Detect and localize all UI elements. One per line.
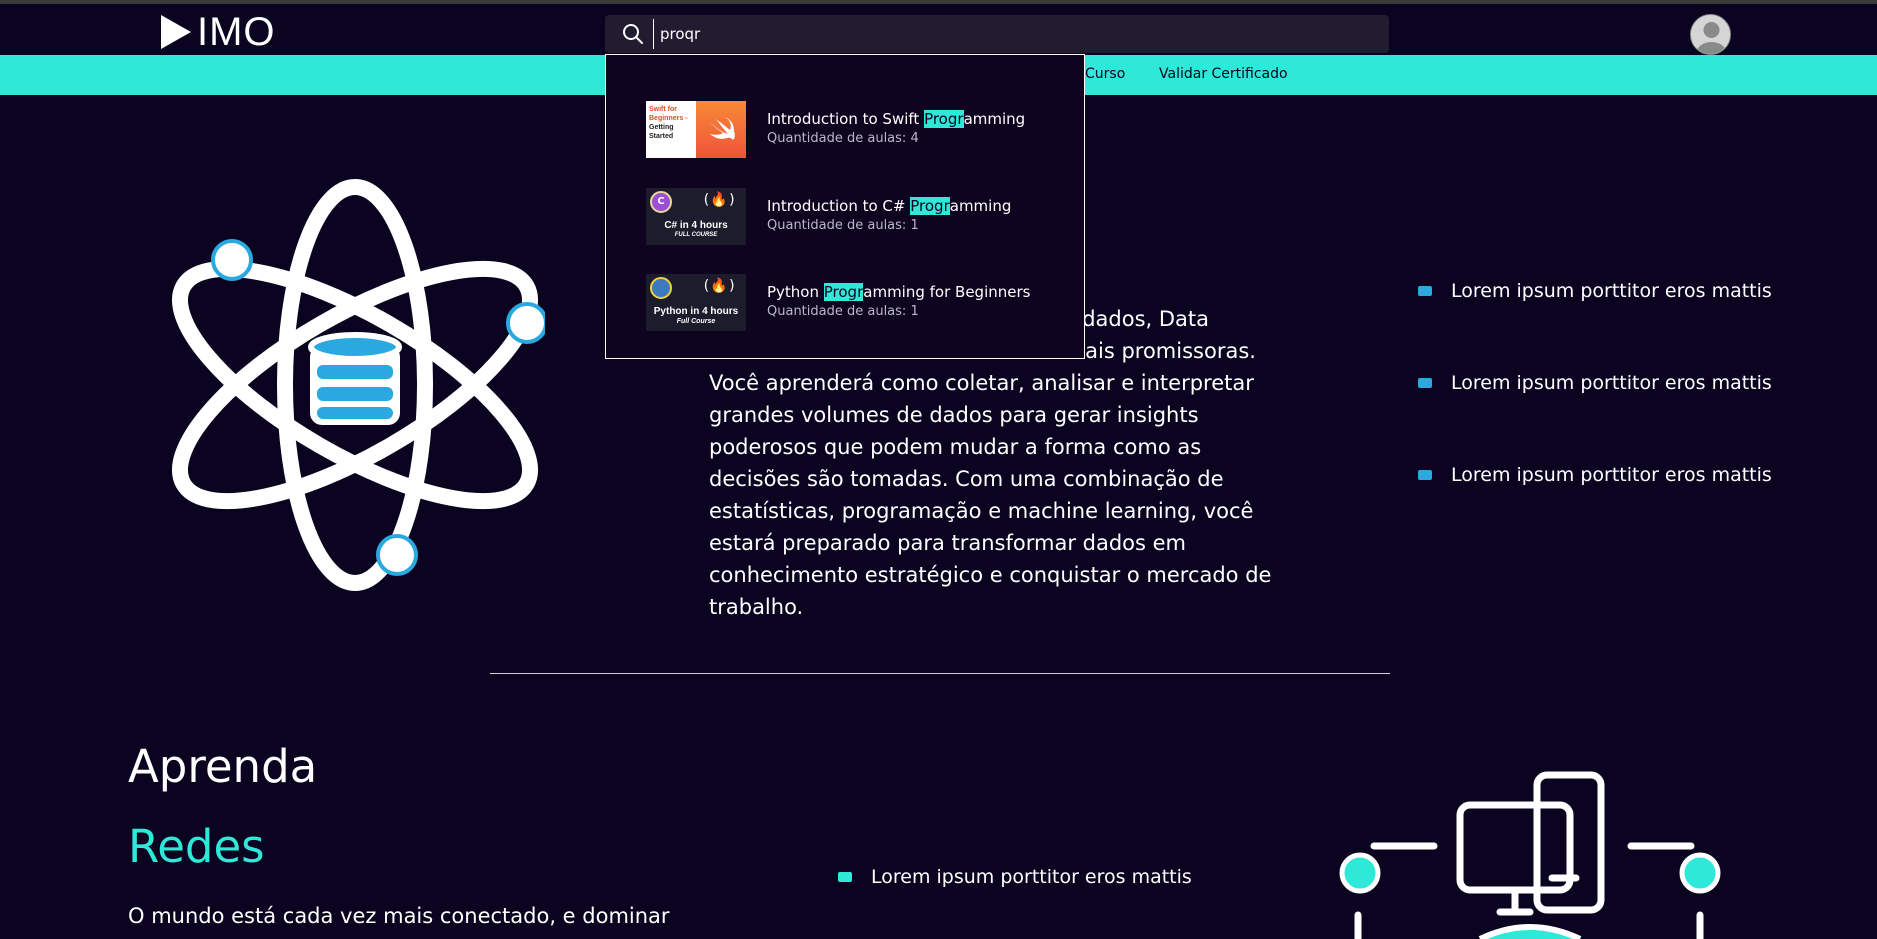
- result-title-before: Introduction to Swift: [767, 110, 925, 128]
- course-thumbnail: C (🔥) C# in 4 hours FULL COURSE: [646, 187, 746, 245]
- result-title-after: amming: [949, 197, 1012, 215]
- thumb-line: C# in 4 hours: [664, 219, 728, 231]
- result-title-highlight: Progr: [823, 283, 864, 301]
- list-item-text: Lorem ipsum porttitor eros mattis: [1451, 372, 1772, 394]
- result-title-before: Python: [767, 283, 824, 301]
- result-title-highlight: Progr: [910, 197, 950, 215]
- list-item-text: Lorem ipsum porttitor eros mattis: [1451, 464, 1772, 486]
- swift-logo-icon: [696, 100, 746, 158]
- list-item-text: Lorem ipsum porttitor eros mattis: [871, 866, 1192, 888]
- atom-database-icon: [165, 175, 548, 599]
- python-logo-icon: [650, 276, 672, 299]
- thumb-line: Full Course: [676, 317, 716, 325]
- thumb-line: Started: [649, 132, 674, 140]
- top-header: IMO: [0, 0, 1877, 55]
- feature-list-2: Lorem ipsum porttitor eros mattis: [838, 862, 1192, 939]
- thumb-line: FULL COURSE: [674, 231, 718, 238]
- result-title-highlight: Progr: [924, 110, 964, 128]
- course-thumbnail: Swift for Beginners - Getting Started: [646, 100, 746, 158]
- nav-link-curso[interactable]: Curso: [1085, 66, 1125, 82]
- result-title: Introduction to C# Programming: [767, 196, 1011, 216]
- search-result-item[interactable]: (🔥) Python in 4 hours Full Course Python…: [646, 272, 1076, 332]
- bullet-icon: [1418, 378, 1432, 388]
- list-item: Lorem ipsum porttitor eros mattis: [1418, 276, 1772, 306]
- bullet-icon: [1418, 470, 1432, 480]
- section-subheading: Redes: [128, 820, 265, 873]
- result-title-before: Introduction to C#: [767, 197, 911, 215]
- logo[interactable]: IMO: [161, 10, 276, 54]
- play-logo-icon: [161, 15, 191, 49]
- result-lesson-count: Quantidade de aulas: 1: [767, 218, 919, 233]
- course-thumbnail: (🔥) Python in 4 hours Full Course: [646, 273, 746, 331]
- list-item-text: Lorem ipsum porttitor eros mattis: [1451, 280, 1772, 302]
- list-item: Lorem ipsum porttitor eros mattis: [1418, 460, 1772, 490]
- paragraph-text: Science se tornou uma das áreas mais pro…: [709, 339, 1272, 619]
- search-input[interactable]: [653, 19, 1353, 49]
- search-result-item[interactable]: Swift for Beginners - Getting Started In…: [646, 99, 1076, 159]
- result-title: Introduction to Swift Programming: [767, 109, 1025, 129]
- result-title-after: amming for Beginners: [863, 283, 1031, 301]
- fcc-logo-icon: (🔥): [702, 191, 737, 208]
- section-divider: [490, 673, 1390, 674]
- result-title: Python Programming for Beginners: [767, 282, 1030, 302]
- result-title-after: amming: [963, 110, 1026, 128]
- computer-network-icon: [1330, 765, 1730, 939]
- thumb-line: Beginners -: [649, 114, 688, 122]
- thumb-line: Swift for: [649, 105, 677, 113]
- feature-list: Lorem ipsum porttitor eros mattis Lorem …: [1418, 276, 1772, 552]
- thumb-line: Python in 4 hours: [653, 305, 739, 317]
- result-lesson-count: Quantidade de aulas: 1: [767, 304, 919, 319]
- fcc-logo-icon: (🔥): [702, 277, 737, 294]
- bullet-icon: [838, 872, 852, 882]
- section-heading: Aprenda: [128, 740, 318, 793]
- search-result-item[interactable]: C (🔥) C# in 4 hours FULL COURSE Introduc…: [646, 186, 1076, 246]
- bullet-icon: [1418, 286, 1432, 296]
- thumb-line: Getting: [649, 123, 674, 131]
- logo-text: IMO: [197, 10, 276, 54]
- search-icon[interactable]: [613, 15, 653, 53]
- list-item: Lorem ipsum porttitor eros mattis: [1418, 368, 1772, 398]
- nav-link-validar-certificado[interactable]: Validar Certificado: [1159, 66, 1288, 82]
- csharp-logo-icon: C: [650, 190, 672, 213]
- search-bar[interactable]: [605, 15, 1389, 53]
- section2-paragraph: O mundo está cada vez mais conectado, e …: [128, 904, 670, 928]
- user-avatar-icon[interactable]: [1690, 14, 1731, 55]
- list-item: Lorem ipsum porttitor eros mattis: [838, 862, 1192, 892]
- result-lesson-count: Quantidade de aulas: 4: [767, 131, 919, 146]
- search-results-dropdown: Swift for Beginners - Getting Started In…: [605, 54, 1085, 359]
